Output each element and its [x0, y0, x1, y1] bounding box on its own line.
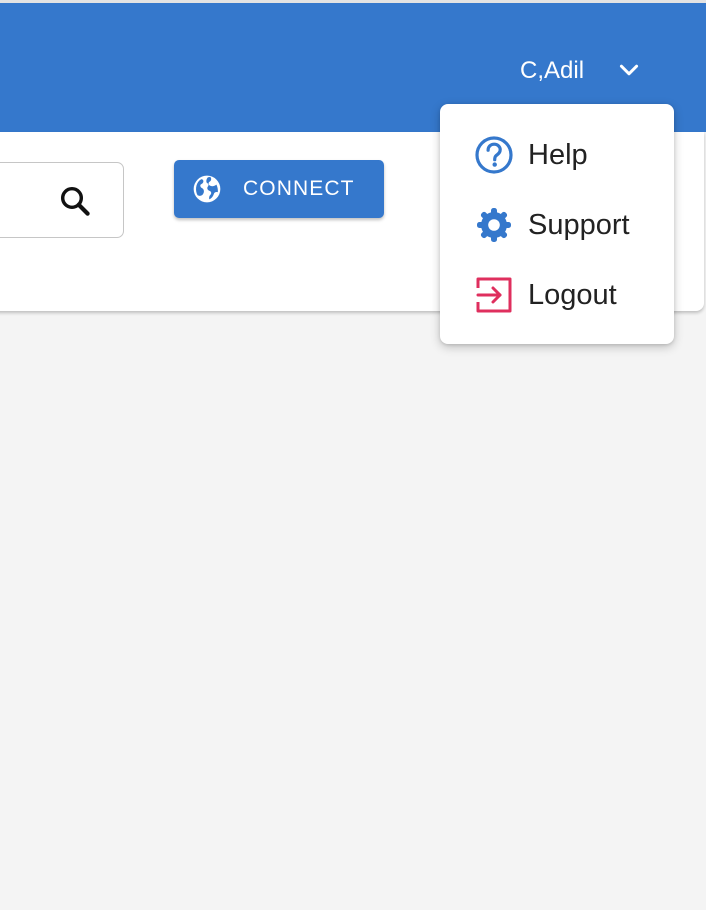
menu-item-label: Logout: [528, 279, 617, 311]
menu-item-label: Support: [528, 209, 630, 241]
menu-item-support[interactable]: Support: [440, 195, 674, 255]
connect-button-label: CONNECT: [243, 177, 355, 200]
menu-item-label: Help: [528, 139, 588, 171]
globe-icon: [191, 173, 223, 205]
help-circle-icon: [474, 135, 514, 175]
user-name: C,Adil: [520, 57, 585, 84]
user-menu-toggle[interactable]: C,Adil: [508, 47, 658, 93]
search-icon[interactable]: [57, 183, 93, 219]
user-dropdown-menu: Help Support Logout: [440, 104, 674, 344]
menu-item-help[interactable]: Help: [440, 125, 674, 185]
connect-button[interactable]: CONNECT: [174, 160, 384, 218]
logout-icon: [474, 275, 514, 315]
gear-icon: [474, 205, 514, 245]
menu-item-logout[interactable]: Logout: [440, 265, 674, 325]
chevron-down-icon: [616, 57, 642, 83]
